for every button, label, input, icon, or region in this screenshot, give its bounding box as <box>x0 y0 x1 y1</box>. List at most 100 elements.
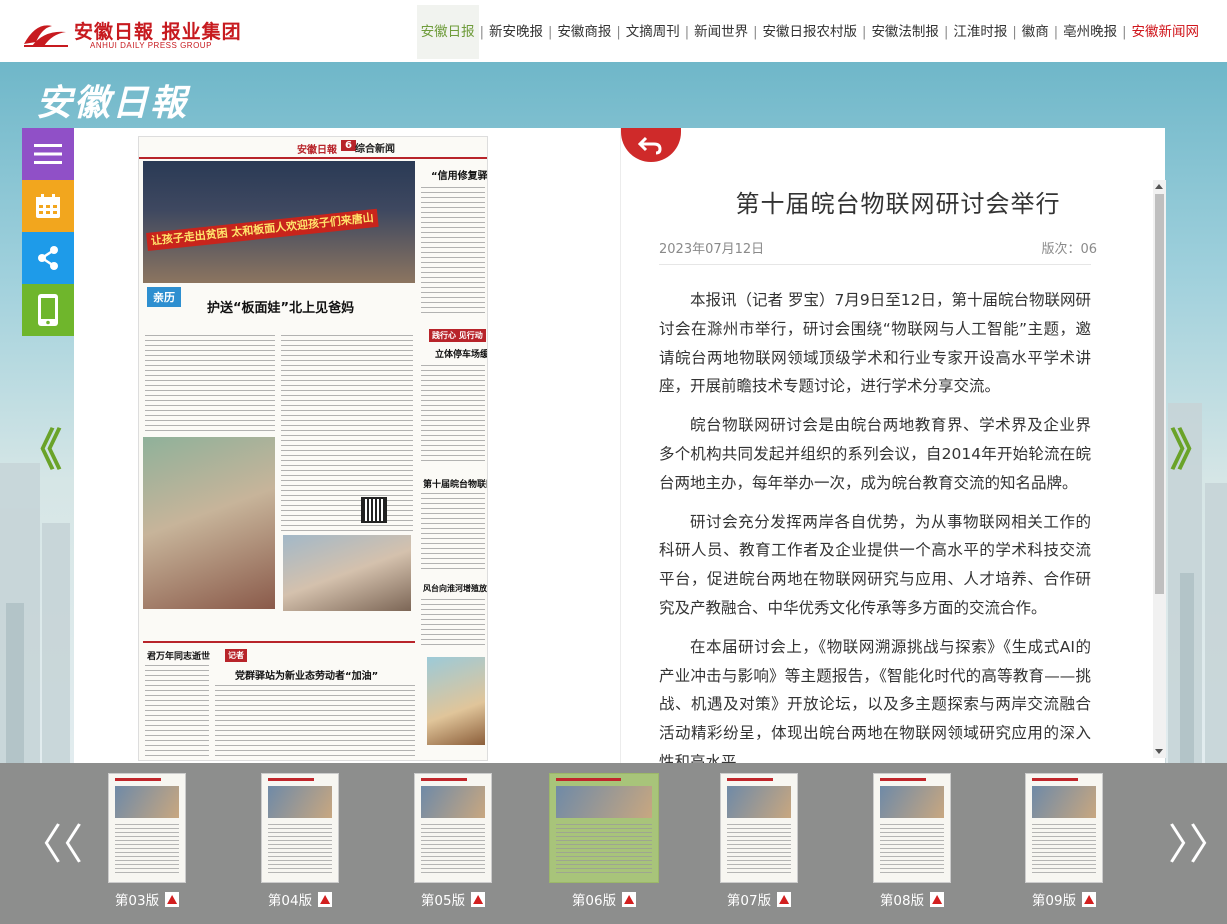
pdf-icon[interactable] <box>471 892 486 907</box>
thumbnail-image[interactable] <box>1025 773 1103 883</box>
thumbnail-label[interactable]: 第07版 <box>704 889 814 909</box>
menu-button[interactable] <box>22 128 74 180</box>
edition-thumbnail-bar: 〈〈 〉〉 第03版 第04版 第05版 第06版 第07版 第08版 第09版 <box>0 763 1227 924</box>
nav-item[interactable]: 安徽日报农村版 <box>759 5 862 59</box>
tag-reporter: 记者 <box>225 649 247 662</box>
thumbnail-label[interactable]: 第08版 <box>857 889 967 909</box>
nav-item[interactable]: 安徽法制报 <box>867 5 943 59</box>
thumb-photo <box>421 786 485 818</box>
thumbnail-image[interactable] <box>414 773 492 883</box>
headline-fish-release[interactable]: 风台向淮河增殖放流250万尾鱼苗 <box>423 583 487 594</box>
back-arrow-icon <box>638 136 662 155</box>
pdf-icon[interactable] <box>165 892 180 907</box>
mobile-button[interactable] <box>22 284 74 336</box>
headline-service-station[interactable]: 党群驿站为新业态劳动者“加油” <box>235 667 378 682</box>
edition-thumbnail[interactable]: 第03版 <box>92 773 202 913</box>
thumbs-prev-arrow[interactable]: 〈〈 <box>20 811 83 872</box>
edition-label[interactable]: 第09版 <box>1032 893 1076 909</box>
nav-item[interactable]: 安徽商报 <box>553 5 615 59</box>
thumbnail-label[interactable]: 第09版 <box>1009 889 1119 909</box>
headline-parking[interactable]: 立体停车场缓解就医停车难 <box>435 347 487 360</box>
page-photo-students[interactable] <box>427 657 485 745</box>
thumbnail-image[interactable] <box>261 773 339 883</box>
headline-banmianwa[interactable]: 护送“板面娃”北上见爸妈 <box>207 297 354 316</box>
edition-label[interactable]: 第07版 <box>727 893 771 909</box>
thumbnail-image[interactable] <box>549 773 659 883</box>
newspaper-page[interactable]: 安徽日報 6 综合新闻 让孩子走出贫困 太和板面人欢迎孩子们来唐山 亲历 护送“… <box>138 136 488 761</box>
nav-item[interactable]: 新闻世界 <box>690 5 752 59</box>
calendar-icon <box>36 194 60 218</box>
article-content: 第十届皖台物联网研讨会举行 2023年07月12日 版次：06 本报讯（记者 罗… <box>643 158 1153 763</box>
nav-item[interactable]: 安徽新闻网 <box>1128 5 1204 59</box>
group-name-en: ANHUI DAILY PRESS GROUP <box>90 41 212 50</box>
page-photo-family[interactable] <box>143 437 275 609</box>
pdf-icon[interactable] <box>1082 892 1097 907</box>
thumb-text <box>556 824 652 876</box>
thumb-photo <box>727 786 791 818</box>
article-title: 第十届皖台物联网研讨会举行 <box>735 190 1061 218</box>
edition-thumbnail[interactable]: 第05版 <box>398 773 508 913</box>
thumb-photo <box>115 786 179 818</box>
masthead-title: 安徽日報 <box>36 82 189 124</box>
thumbs-next-arrow[interactable]: 〉〉 <box>1168 811 1227 872</box>
pdf-icon[interactable] <box>318 892 333 907</box>
thumbnail-label[interactable]: 第04版 <box>245 889 355 909</box>
nav-item[interactable]: 江淮时报 <box>949 5 1011 59</box>
main-stage: 安徽日報 《 》 安徽日報 6 综合新闻 让孩子走出贫困 太和板面人欢迎孩子们来… <box>0 62 1227 763</box>
thumb-text <box>727 824 791 876</box>
thumbnail-image[interactable] <box>720 773 798 883</box>
nav-item[interactable]: 亳州晚报 <box>1059 5 1121 59</box>
site-nav: 安徽日报 | 新安晚报 | 安徽商报 | 文摘周刊 | 新闻世界 | 安徽日报农村版 | 安徽法制报 | 江… <box>416 5 1204 59</box>
nav-item[interactable]: 安徽日报 <box>416 5 479 59</box>
group-logo[interactable]: 安徽日報 报业集团 ANHUI DAILY PRESS GROUP <box>22 16 241 52</box>
article-scrollbar[interactable] <box>1153 180 1166 758</box>
thumb-masthead <box>421 778 467 781</box>
menu-icon <box>34 144 62 164</box>
scroll-down-icon[interactable] <box>1155 749 1163 754</box>
thumb-photo <box>1032 786 1096 818</box>
thumb-text <box>268 824 332 876</box>
nav-item[interactable]: 新安晚报 <box>485 5 547 59</box>
edition-thumbnail[interactable]: 第07版 <box>704 773 814 913</box>
edition-label[interactable]: 第08版 <box>880 893 924 909</box>
prev-page-arrow[interactable]: 《 <box>18 414 62 478</box>
share-button[interactable] <box>22 232 74 284</box>
scroll-up-icon[interactable] <box>1155 184 1163 189</box>
headline-iot-forum[interactable]: 第十届皖台物联网研讨会举行 <box>423 477 487 490</box>
page-photo-group[interactable] <box>283 535 411 611</box>
thumb-text <box>421 824 485 876</box>
back-button[interactable] <box>621 128 681 162</box>
pdf-icon[interactable] <box>622 892 637 907</box>
edition-thumbnail[interactable]: 第09版 <box>1009 773 1119 913</box>
article-body: 本报讯（记者 罗宝）7月9日至12日，第十届皖台物联网研讨会在滁州市举行，研讨会… <box>659 286 1091 763</box>
scroll-thumb[interactable] <box>1155 194 1164 594</box>
headline-credit-repair[interactable]: “信用修复驿站”助企重焕活力 <box>431 167 487 182</box>
article-paragraph: 在本届研讨会上，《物联网溯源挑战与探索》《生成式AI的产业冲击与影响》等主题报告… <box>659 637 1091 763</box>
calendar-button[interactable] <box>22 180 74 232</box>
next-page-arrow[interactable]: 》 <box>1170 414 1214 478</box>
thumbnail-label[interactable]: 第05版 <box>398 889 508 909</box>
edition-label[interactable]: 第03版 <box>115 893 159 909</box>
article-paragraph: 研讨会充分发挥两岸各自优势，为从事物联网相关工作的科研人员、教育工作者及企业提供… <box>659 512 1091 617</box>
thumbnail-label[interactable]: 第06版 <box>549 889 659 909</box>
thumbnail-image[interactable] <box>108 773 186 883</box>
thumbnail-image[interactable] <box>873 773 951 883</box>
text-column <box>421 365 485 465</box>
edition-thumbnail[interactable]: 第04版 <box>245 773 355 913</box>
qr-code <box>361 497 387 523</box>
pdf-icon[interactable] <box>930 892 945 907</box>
edition-label[interactable]: 第04版 <box>268 893 312 909</box>
side-toolbar <box>22 128 74 336</box>
edition-thumbnail[interactable]: 第06版 <box>549 773 659 913</box>
edition-label[interactable]: 第06版 <box>572 893 616 909</box>
headline-obituary[interactable]: 君万年同志逝世 <box>147 649 210 662</box>
edition-label[interactable]: 第05版 <box>421 893 465 909</box>
edition-thumbnail[interactable]: 第08版 <box>857 773 967 913</box>
mobile-icon <box>38 294 58 326</box>
nav-item[interactable]: 文摘周刊 <box>622 5 684 59</box>
pdf-icon[interactable] <box>777 892 792 907</box>
text-column <box>421 493 485 573</box>
nav-item[interactable]: 徽商 <box>1018 5 1053 59</box>
thumbnail-label[interactable]: 第03版 <box>92 889 202 909</box>
thumb-text <box>1032 824 1096 876</box>
